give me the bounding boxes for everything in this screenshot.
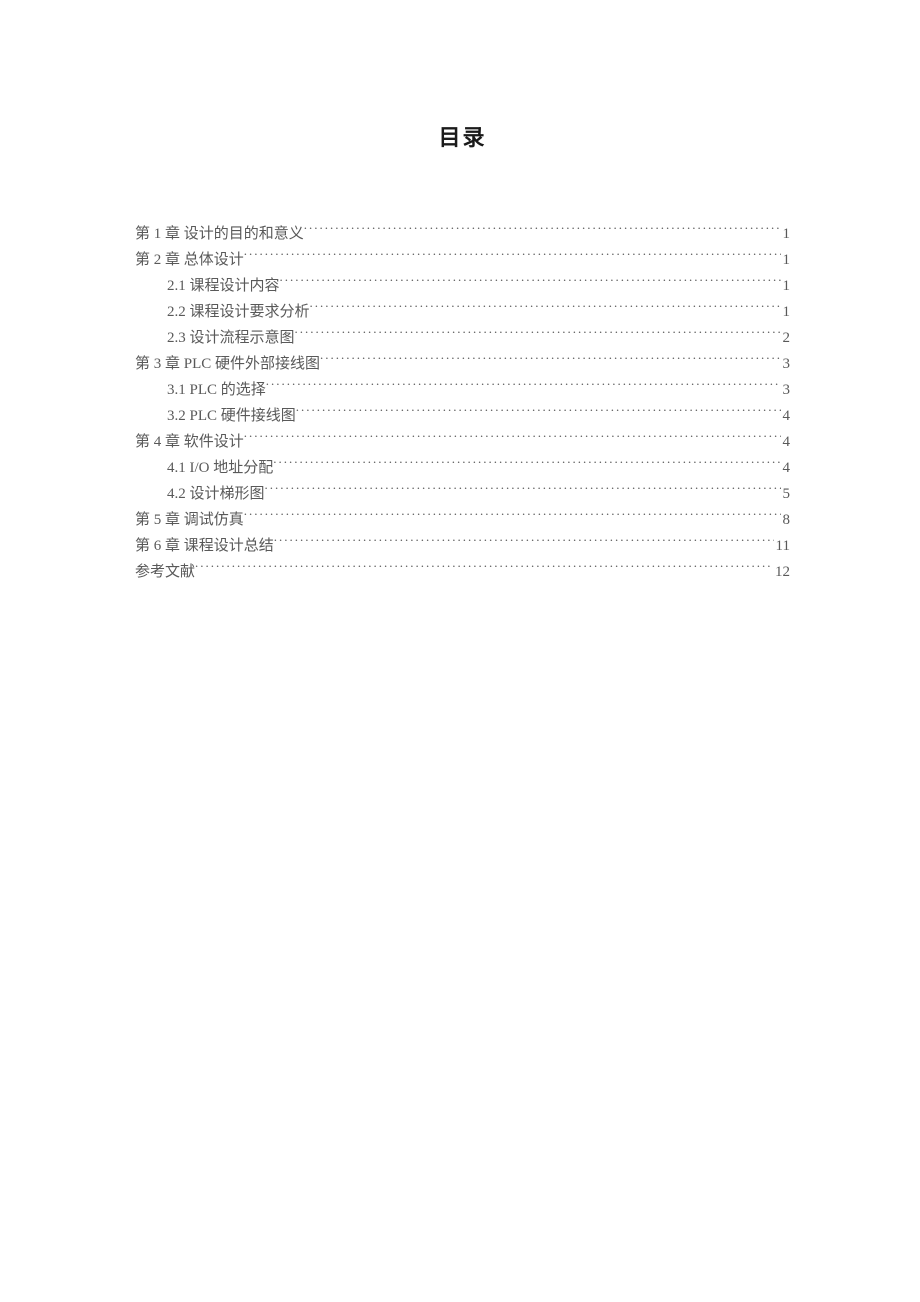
toc-dots [310,301,781,316]
toc-entry-text: 3.2 PLC 硬件接线图 [167,404,296,428]
toc-entry: 2.2 课程设计要求分析 1 [135,300,790,324]
toc-entry-page: 12 [773,560,790,584]
toc-entry: 第 5 章 调试仿真 8 [135,508,790,532]
toc-entry-page: 4 [781,430,791,454]
toc-dots [195,561,773,576]
toc-entry-page: 5 [781,482,791,506]
toc-dots [296,405,781,420]
toc-dots [304,223,781,238]
toc-entry: 3.1 PLC 的选择 3 [135,378,790,402]
toc-dots [295,327,781,342]
toc-entry-text: 2.3 设计流程示意图 [167,326,295,350]
toc-entry-page: 11 [774,534,790,558]
toc-dots [244,431,781,446]
toc-entry: 第 1 章 设计的目的和意义 1 [135,222,790,246]
toc-entry-text: 2.1 课程设计内容 [167,274,280,298]
toc-entry-page: 4 [781,404,791,428]
toc-entry: 第 6 章 课程设计总结 11 [135,534,790,558]
toc-entry-page: 8 [781,508,791,532]
table-of-contents: 第 1 章 设计的目的和意义1第 2 章 总体设计12.1 课程设计内容12.2… [135,222,790,584]
toc-title: 目录 [135,120,790,152]
toc-entry-text: 2.2 课程设计要求分析 [167,300,310,324]
toc-entry: 2.1 课程设计内容 1 [135,274,790,298]
toc-entry-page: 3 [781,378,791,402]
document-page: 目录 第 1 章 设计的目的和意义 1 第 2 章 总体设计 1 2.1 课程设计内容 1… [0,0,920,584]
toc-entry-text: 4.2 设计梯形图 [167,482,265,506]
toc-entry: 第 2 章 总体设计 1 [135,248,790,272]
toc-entry-page: 1 [781,300,791,324]
toc-entry-page: 1 [781,248,791,272]
toc-dots [274,535,774,550]
toc-entry: 参考文献 12 [135,560,790,584]
toc-entry: 4.2 设计梯形图 5 [135,482,790,506]
toc-entry-page: 2 [781,326,791,350]
toc-entry-page: 1 [781,222,791,246]
toc-entry-text: 第 4 章 软件设计 [135,430,244,454]
toc-entry-text: 第 6 章 课程设计总结 [135,534,274,558]
toc-dots [244,249,781,264]
toc-entry: 第 3 章 PLC 硬件外部接线图 3 [135,352,790,376]
toc-dots [273,457,780,472]
toc-entry: 4.1 I/O 地址分配 4 [135,456,790,480]
toc-entry: 3.2 PLC 硬件接线图 4 [135,404,790,428]
toc-dots [280,275,781,290]
toc-entry-text: 第 5 章 调试仿真 [135,508,244,532]
toc-entry-text: 参考文献 [135,560,195,584]
toc-dots [265,483,781,498]
toc-entry: 第 4 章 软件设计 4 [135,430,790,454]
toc-entry-page: 4 [781,456,791,480]
toc-dots [266,379,781,394]
toc-entry-text: 3.1 PLC 的选择 [167,378,266,402]
toc-dots [244,509,781,524]
toc-entry-text: 4.1 I/O 地址分配 [167,456,273,480]
toc-entry-text: 第 3 章 PLC 硬件外部接线图 [135,352,320,376]
toc-entry-text: 第 2 章 总体设计 [135,248,244,272]
toc-entry: 2.3 设计流程示意图 2 [135,326,790,350]
toc-entry-page: 3 [781,352,791,376]
toc-entry-page: 1 [781,274,791,298]
toc-entry-text: 第 1 章 设计的目的和意义 [135,222,304,246]
toc-dots [320,353,780,368]
